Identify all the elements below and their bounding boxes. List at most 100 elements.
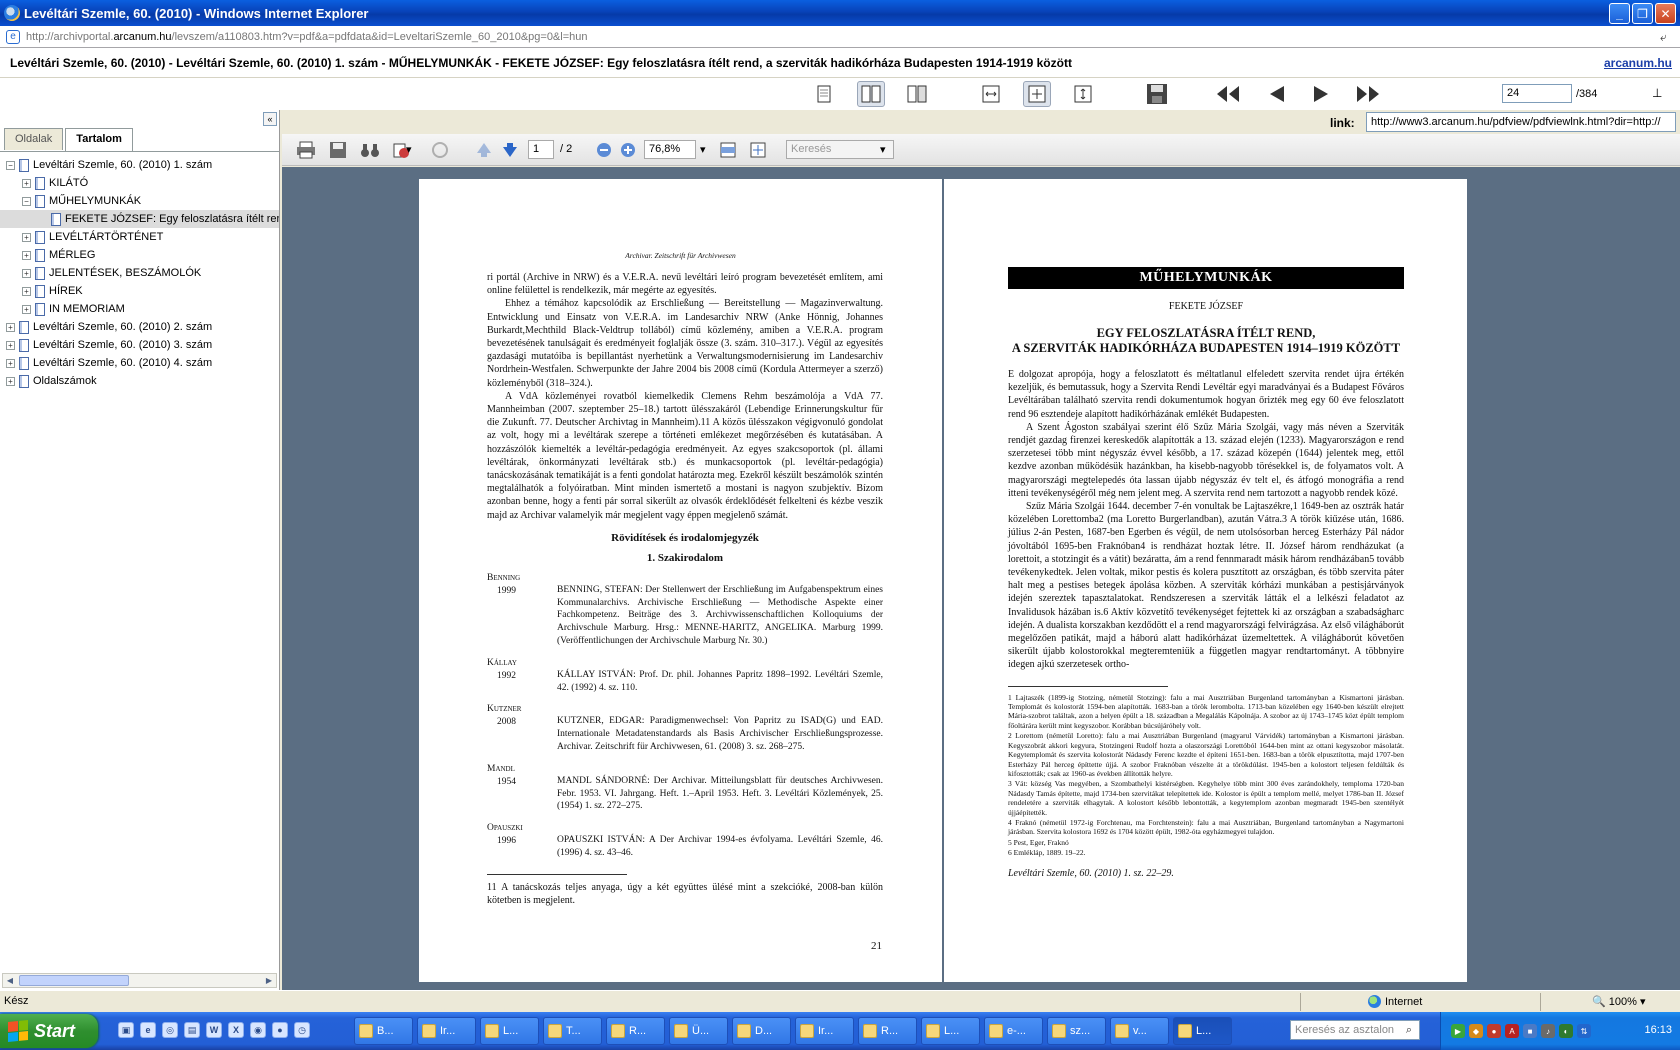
tree-item[interactable]: + Levéltári Szemle, 60. (2010) 2. szám bbox=[0, 318, 279, 336]
tree-item[interactable]: − Levéltári Szemle, 60. (2010) 1. szám bbox=[0, 156, 279, 174]
tab-oldalak[interactable]: Oldalak bbox=[4, 128, 64, 150]
expand-icon[interactable]: + bbox=[22, 232, 31, 242]
two-page-icon[interactable] bbox=[857, 81, 885, 107]
quicklaunch-app-icon[interactable]: ● bbox=[272, 1022, 288, 1038]
tree-item[interactable]: FEKETE JÓZSEF: Egy feloszlatásra ítélt r… bbox=[0, 210, 279, 228]
export-dropdown-icon[interactable]: ▾ bbox=[406, 143, 412, 156]
page-down-icon[interactable] bbox=[498, 139, 522, 161]
pdf-page-input[interactable]: 1 bbox=[528, 140, 554, 159]
tree-item[interactable]: − MŰHELYMUNKÁK bbox=[0, 192, 279, 210]
expand-icon[interactable]: + bbox=[6, 376, 15, 386]
find-binoculars-icon[interactable] bbox=[358, 139, 382, 161]
zoom-status[interactable]: 🔍 100% ▾ bbox=[1592, 995, 1645, 1008]
single-page-icon[interactable] bbox=[810, 81, 838, 107]
taskbar-item[interactable]: L... bbox=[1173, 1017, 1232, 1045]
expand-icon[interactable]: + bbox=[22, 286, 31, 296]
tray-icon[interactable]: ◆ bbox=[1469, 1024, 1483, 1038]
expand-icon[interactable]: + bbox=[22, 178, 31, 188]
quicklaunch-ie-icon[interactable]: e bbox=[140, 1022, 156, 1038]
taskbar-item[interactable]: D... bbox=[732, 1017, 791, 1045]
fit-height-icon[interactable] bbox=[1069, 81, 1097, 107]
save-icon[interactable] bbox=[1143, 81, 1171, 107]
expand-icon[interactable]: + bbox=[6, 358, 15, 368]
minimize-button[interactable]: _ bbox=[1609, 3, 1630, 24]
scrollbar-thumb[interactable] bbox=[19, 975, 129, 986]
tray-icon[interactable]: ■ bbox=[1523, 1024, 1537, 1038]
quicklaunch-app-icon[interactable]: ◎ bbox=[162, 1022, 178, 1038]
start-button[interactable]: Start bbox=[0, 1014, 98, 1048]
page-number-input[interactable]: 24 bbox=[1502, 84, 1572, 103]
next-page-icon[interactable] bbox=[1308, 81, 1336, 107]
taskbar-item[interactable]: R... bbox=[858, 1017, 917, 1045]
last-page-icon[interactable] bbox=[1354, 81, 1382, 107]
taskbar-item[interactable]: Ir... bbox=[417, 1017, 476, 1045]
sidebar-horizontal-scrollbar[interactable]: ◀ ▶ bbox=[2, 973, 277, 988]
security-zone[interactable]: Internet bbox=[1368, 995, 1422, 1008]
taskbar-item[interactable]: Ir... bbox=[795, 1017, 854, 1045]
cover-page-icon[interactable] bbox=[903, 81, 931, 107]
tray-icon[interactable]: ● bbox=[1487, 1024, 1501, 1038]
quicklaunch-word-icon[interactable]: W bbox=[206, 1022, 222, 1038]
zoom-dropdown-icon[interactable]: ▾ bbox=[700, 143, 706, 156]
tree-item[interactable]: + Levéltári Szemle, 60. (2010) 3. szám bbox=[0, 336, 279, 354]
taskbar-item[interactable]: e-... bbox=[984, 1017, 1043, 1045]
quicklaunch-excel-icon[interactable]: X bbox=[228, 1022, 244, 1038]
tray-icon[interactable]: ▶ bbox=[1451, 1024, 1465, 1038]
go-icon[interactable]: ⤶ bbox=[1660, 30, 1674, 44]
tree-item[interactable]: + MÉRLEG bbox=[0, 246, 279, 264]
tray-network-icon[interactable]: ⇅ bbox=[1577, 1024, 1591, 1038]
taskbar-item[interactable]: sz... bbox=[1047, 1017, 1106, 1045]
fit-width-pdf-icon[interactable] bbox=[716, 139, 740, 161]
tree-item[interactable]: + IN MEMORIAM bbox=[0, 300, 279, 318]
tree-item[interactable]: + KILÁTÓ bbox=[0, 174, 279, 192]
tab-tartalom[interactable]: Tartalom bbox=[65, 128, 133, 151]
tray-acrobat-icon[interactable]: A bbox=[1505, 1024, 1519, 1038]
quicklaunch-app-icon[interactable]: ◷ bbox=[294, 1022, 310, 1038]
quicklaunch-desktop-icon[interactable]: ▣ bbox=[118, 1022, 134, 1038]
expand-icon[interactable]: + bbox=[22, 304, 31, 314]
taskbar-item[interactable]: L... bbox=[921, 1017, 980, 1045]
tree-item[interactable]: + Oldalszámok bbox=[0, 372, 279, 390]
tree-item[interactable]: + Levéltári Szemle, 60. (2010) 4. szám bbox=[0, 354, 279, 372]
pdf-save-icon[interactable] bbox=[326, 139, 350, 161]
quicklaunch-app-icon[interactable]: ◉ bbox=[250, 1022, 266, 1038]
collapse-icon[interactable]: − bbox=[6, 160, 15, 170]
taskbar-item[interactable]: T... bbox=[543, 1017, 602, 1045]
link-input[interactable]: http://www3.arcanum.hu/pdfview/pdfviewln… bbox=[1366, 112, 1676, 132]
search-dropdown-icon[interactable]: ▾ bbox=[880, 143, 886, 156]
tray-volume-icon[interactable]: ♪ bbox=[1541, 1024, 1555, 1038]
arcanum-link[interactable]: arcanum.hu bbox=[1604, 56, 1672, 70]
tree-item[interactable]: + JELENTÉSEK, BESZÁMOLÓK bbox=[0, 264, 279, 282]
taskbar-item[interactable]: v... bbox=[1110, 1017, 1169, 1045]
zoom-in-icon[interactable] bbox=[616, 139, 640, 161]
fit-page-pdf-icon[interactable] bbox=[746, 139, 770, 161]
pin-icon[interactable]: ⊥ bbox=[1652, 86, 1662, 100]
tree-item[interactable]: + LEVÉLTÁRTÖRTÉNET bbox=[0, 228, 279, 246]
tree-item[interactable]: + HÍREK bbox=[0, 282, 279, 300]
taskbar-item[interactable]: R... bbox=[606, 1017, 665, 1045]
previous-page-icon[interactable] bbox=[1262, 81, 1290, 107]
search-icon[interactable]: ⌕ bbox=[1400, 1021, 1418, 1039]
expand-icon[interactable]: + bbox=[22, 268, 31, 278]
expand-icon[interactable]: + bbox=[22, 250, 31, 260]
zoom-out-icon[interactable] bbox=[592, 139, 616, 161]
expand-icon[interactable]: + bbox=[6, 322, 15, 332]
scroll-right-icon[interactable]: ▶ bbox=[262, 974, 276, 987]
scroll-left-icon[interactable]: ◀ bbox=[3, 974, 17, 987]
pdf-search-input[interactable]: Keresés bbox=[786, 140, 894, 159]
taskbar-item[interactable]: Ü... bbox=[669, 1017, 728, 1045]
taskbar-item[interactable]: L... bbox=[480, 1017, 539, 1045]
first-page-icon[interactable] bbox=[1214, 81, 1242, 107]
close-button[interactable]: ✕ bbox=[1655, 3, 1676, 24]
page-up-icon[interactable] bbox=[472, 139, 496, 161]
tray-icon[interactable]: ◐ bbox=[1559, 1024, 1573, 1038]
maximize-button[interactable]: ❐ bbox=[1632, 3, 1653, 24]
print-icon[interactable] bbox=[294, 139, 318, 161]
fit-page-icon[interactable] bbox=[1023, 81, 1051, 107]
taskbar-item[interactable]: B... bbox=[354, 1017, 413, 1045]
fit-width-icon[interactable] bbox=[977, 81, 1005, 107]
address-url[interactable]: http://archivportal.arcanum.hu/levszem/a… bbox=[26, 31, 588, 43]
pdf-viewer[interactable]: Archivar. Zeitschrift für Archivwesen ri… bbox=[282, 167, 1680, 990]
expand-icon[interactable]: + bbox=[6, 340, 15, 350]
collapse-icon[interactable]: − bbox=[22, 196, 31, 206]
